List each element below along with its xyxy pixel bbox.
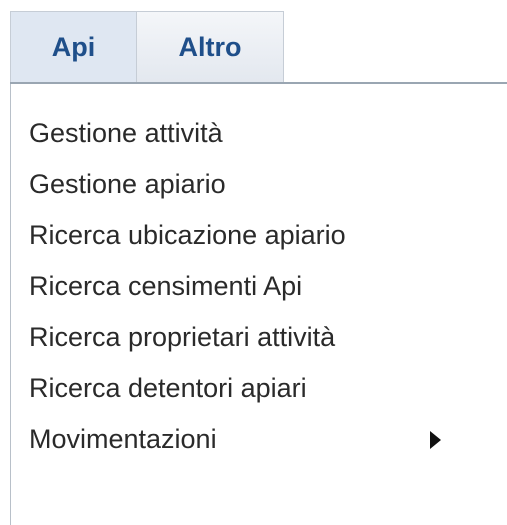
menu-item-ricerca-proprietari-attivita[interactable]: Ricerca proprietari attività xyxy=(11,312,507,363)
menu-item-gestione-apiario[interactable]: Gestione apiario xyxy=(11,159,507,210)
triangle-right-icon xyxy=(430,430,441,449)
menu-item-ricerca-detentori-apiari[interactable]: Ricerca detentori apiari xyxy=(11,363,507,414)
tab-altro-label: Altro xyxy=(178,31,242,62)
menu-item-label: Ricerca detentori apiari xyxy=(29,373,307,403)
tab-altro[interactable]: Altro xyxy=(137,11,284,82)
menu-item-ricerca-ubicazione-apiario[interactable]: Ricerca ubicazione apiario xyxy=(11,210,507,261)
menu-item-label: Gestione apiario xyxy=(29,169,226,199)
menu-item-label: Ricerca censimenti Api xyxy=(29,271,303,301)
menu-item-label: Movimentazioni xyxy=(29,424,217,454)
menu-item-label: Gestione attività xyxy=(29,118,223,148)
tab-api[interactable]: Api xyxy=(10,11,137,82)
menu-item-label: Ricerca ubicazione apiario xyxy=(29,220,346,250)
tab-api-label: Api xyxy=(51,31,96,62)
menu-item-ricerca-censimenti-api[interactable]: Ricerca censimenti Api xyxy=(11,261,507,312)
menu-item-label: Ricerca proprietari attività xyxy=(29,322,336,352)
menu-item-movimentazioni[interactable]: Movimentazioni xyxy=(11,414,507,465)
api-dropdown-menu: Gestione attività Gestione apiario Ricer… xyxy=(10,84,507,525)
menu-bar: Api Altro xyxy=(0,0,507,82)
menu-item-gestione-attivita[interactable]: Gestione attività xyxy=(11,108,507,159)
